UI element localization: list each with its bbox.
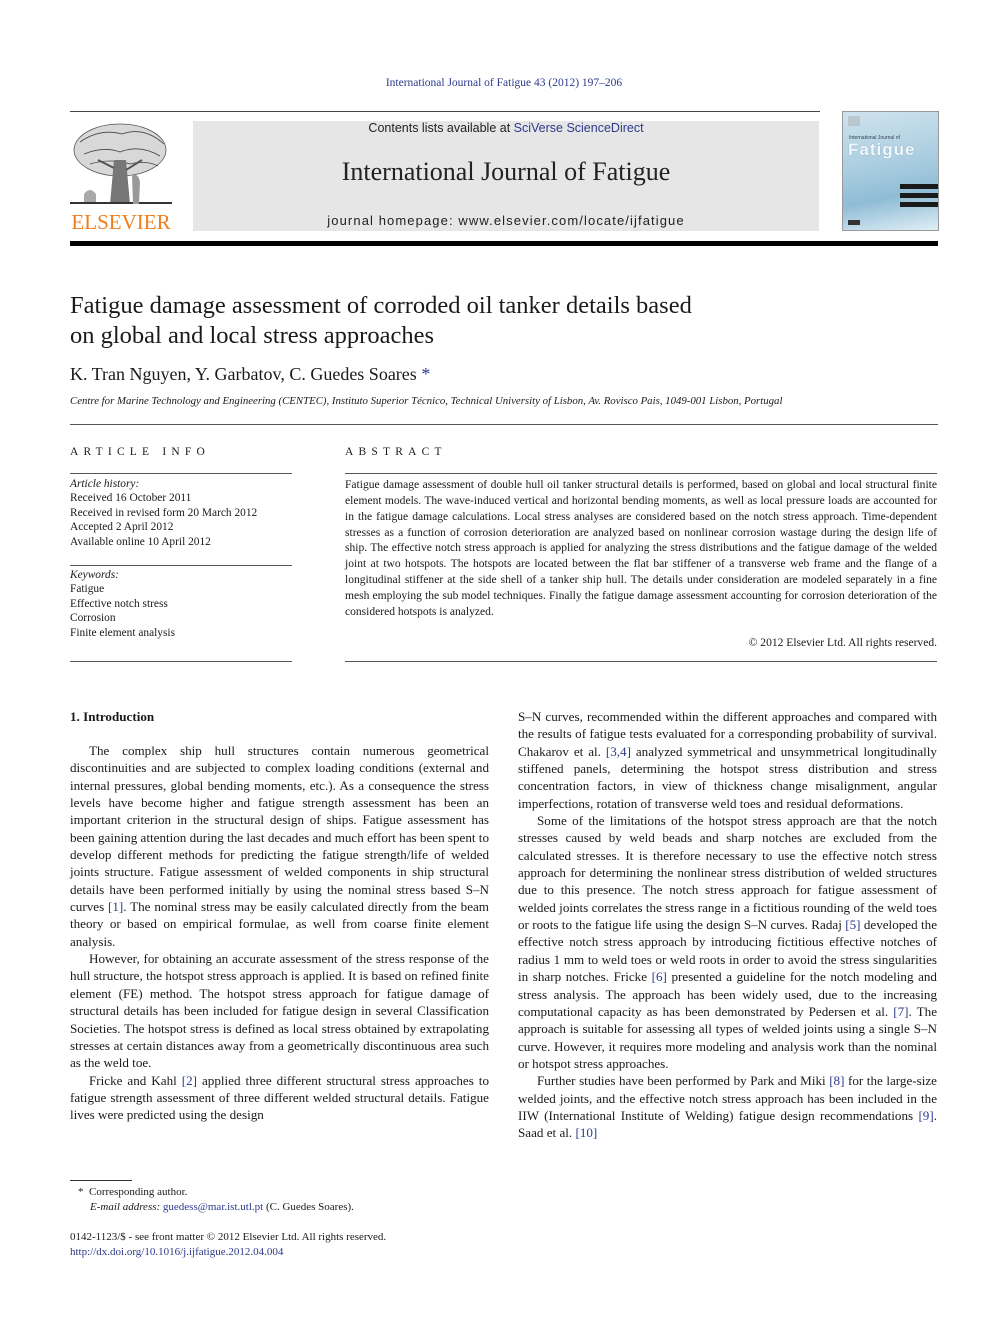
cover-publisher-logo-icon xyxy=(848,116,860,126)
reference-link[interactable]: [1] xyxy=(108,899,123,914)
footnote-corresponding-text: Corresponding author. xyxy=(89,1186,188,1198)
contents-line: Contents lists available at SciVerse Sci… xyxy=(193,121,819,135)
elsevier-wordmark: ELSEVIER xyxy=(71,210,171,234)
cover-footer-logo-icon xyxy=(848,220,860,225)
journal-homepage[interactable]: journal homepage: www.elsevier.com/locat… xyxy=(193,213,819,228)
divider xyxy=(345,473,937,474)
footnote-mark: * xyxy=(78,1186,84,1198)
history-item: Available online 10 April 2012 xyxy=(70,535,211,548)
footnote: * Corresponding author. E-mail address: … xyxy=(78,1185,354,1215)
section-heading: 1. Introduction xyxy=(70,709,155,724)
article-title-line: Fatigue damage assessment of corroded oi… xyxy=(70,292,692,319)
history-item: Accepted 2 April 2012 xyxy=(70,521,174,534)
journal-name: International Journal of Fatigue xyxy=(341,157,671,186)
reference-link[interactable]: [9] xyxy=(918,1108,933,1123)
sciencedirect-link[interactable]: SciVerse ScienceDirect xyxy=(514,121,644,135)
paragraph-text: Some of the limitations of the hotspot s… xyxy=(518,813,937,933)
affiliation: Centre for Marine Technology and Enginee… xyxy=(70,395,783,407)
corresponding-author-mark[interactable]: * xyxy=(421,364,430,384)
cover-big-title: Fatigue xyxy=(848,140,916,159)
paragraph-text: Further studies have been performed by P… xyxy=(537,1073,830,1089)
body-paragraph: Further studies have been performed by P… xyxy=(518,1072,937,1141)
history-item: Received 16 October 2011 xyxy=(70,492,192,505)
email-label: E-mail address: xyxy=(90,1201,161,1213)
article-info-heading: ARTICLE INFO xyxy=(70,446,210,458)
cover-bar xyxy=(900,184,938,189)
body-paragraph: Some of the limitations of the hotspot s… xyxy=(518,812,937,1072)
article-title-line: on global and local stress approaches xyxy=(70,322,434,349)
divider xyxy=(345,661,937,662)
body-paragraph: S–N curves, recommended within the diffe… xyxy=(518,708,937,812)
front-matter: 0142-1123/$ - see front matter © 2012 El… xyxy=(70,1230,386,1259)
reference-link[interactable]: [8] xyxy=(829,1073,844,1088)
article-history: Article history: Received 16 October 201… xyxy=(70,477,292,549)
doi-link[interactable]: http://dx.doi.org/10.1016/j.ijfatigue.20… xyxy=(70,1245,386,1260)
body-paragraph: The complex ship hull structures contain… xyxy=(70,742,489,950)
author-list: K. Tran Nguyen, Y. Garbatov, C. Guedes S… xyxy=(70,364,430,385)
reference-link[interactable]: [10] xyxy=(575,1125,597,1140)
footnote-rule xyxy=(70,1180,132,1181)
header-rule-top xyxy=(70,111,820,112)
abstract-copyright: © 2012 Elsevier Ltd. All rights reserved… xyxy=(748,637,937,649)
abstract-text: Fatigue damage assessment of double hull… xyxy=(345,479,937,618)
paragraph-text: . The nominal stress may be easily calcu… xyxy=(70,899,489,949)
reference-link[interactable]: [3,4] xyxy=(606,744,631,759)
body-paragraph: Fricke and Kahl [2] applied three differ… xyxy=(70,1072,489,1124)
keywords: Keywords: Fatigue Effective notch stress… xyxy=(70,568,292,640)
history-label: Article history: xyxy=(70,478,140,490)
reference-link[interactable]: [6] xyxy=(652,969,667,984)
body-paragraph: However, for obtaining an accurate asses… xyxy=(70,950,489,1071)
article-title: Fatigue damage assessment of corroded oi… xyxy=(70,291,830,351)
header-rule-bottom xyxy=(70,241,938,246)
divider xyxy=(70,565,292,566)
divider xyxy=(70,661,292,662)
keyword-item: Corrosion xyxy=(70,612,116,625)
divider xyxy=(70,473,292,474)
divider xyxy=(70,424,938,425)
reference-link[interactable]: [2] xyxy=(182,1073,197,1088)
abstract-heading: ABSTRACT xyxy=(345,446,447,458)
reference-link[interactable]: [7] xyxy=(893,1004,908,1019)
paragraph-text: However, for obtaining an accurate asses… xyxy=(70,951,489,1071)
footnote-email-line: E-mail address: guedess@mar.ist.utl.pt (… xyxy=(78,1200,354,1215)
body-column-left: The complex ship hull structures contain… xyxy=(70,742,489,1124)
keyword-item: Fatigue xyxy=(70,583,105,596)
authors-text: K. Tran Nguyen, Y. Garbatov, C. Guedes S… xyxy=(70,364,417,384)
email-link[interactable]: guedess@mar.ist.utl.pt xyxy=(163,1201,263,1213)
keywords-label: Keywords: xyxy=(70,569,119,581)
paragraph-text: The complex ship hull structures contain… xyxy=(70,743,489,915)
keyword-item: Finite element analysis xyxy=(70,626,176,639)
contents-prefix: Contents lists available at xyxy=(368,121,514,135)
reference-link[interactable]: [5] xyxy=(845,917,860,932)
body-column-right: S–N curves, recommended within the diffe… xyxy=(518,708,937,1142)
journal-masthead: Contents lists available at SciVerse Sci… xyxy=(193,121,819,231)
keyword-item: Effective notch stress xyxy=(70,597,168,610)
cover-bar xyxy=(900,202,938,207)
journal-cover-image: International Journal of Fatigue xyxy=(842,111,939,231)
journal-citation-link[interactable]: International Journal of Fatigue 43 (201… xyxy=(0,77,992,89)
history-item: Received in revised form 20 March 2012 xyxy=(70,506,258,519)
email-suffix: (C. Guedes Soares). xyxy=(263,1201,354,1213)
issn-line: 0142-1123/$ - see front matter © 2012 El… xyxy=(70,1231,387,1243)
paragraph-text: Fricke and Kahl xyxy=(89,1072,182,1088)
footnote-corresponding: * Corresponding author. xyxy=(78,1185,354,1200)
cover-bar xyxy=(900,193,938,198)
